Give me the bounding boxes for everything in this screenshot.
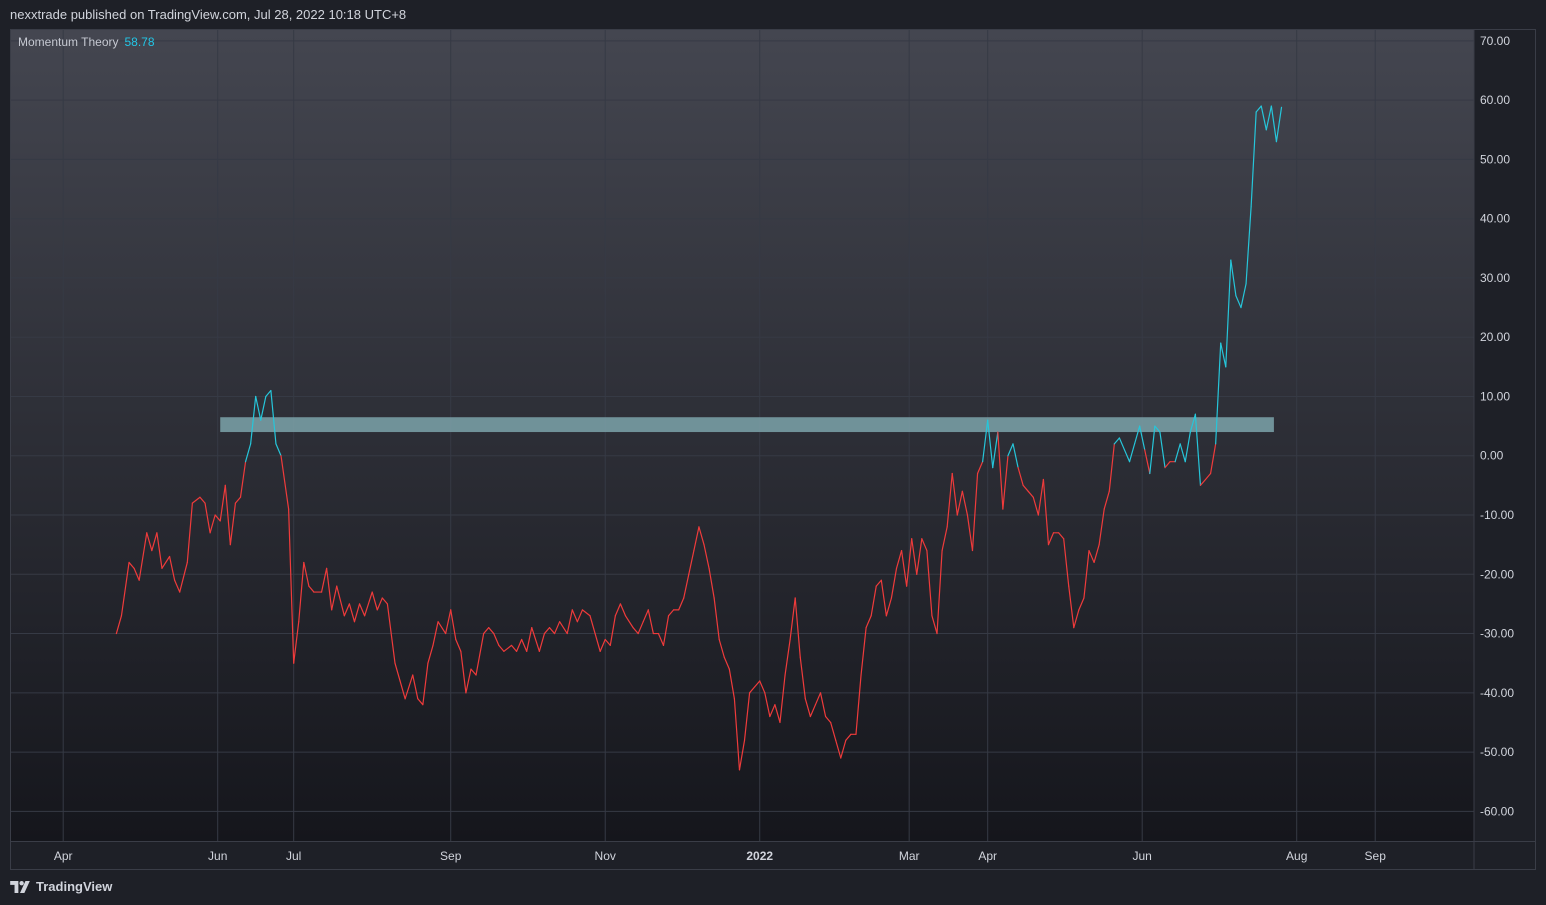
resistance-band: [220, 417, 1274, 433]
y-tick-label: 0.00: [1480, 449, 1504, 463]
y-tick-label: -60.00: [1480, 804, 1514, 818]
x-tick-label: Apr: [978, 849, 997, 863]
chart-frame[interactable]: 70.00 60.00 50.00 40.00 30.00 20.00 10.00 0.00 -…: [10, 29, 1536, 870]
x-tick-label: Jun: [208, 849, 227, 863]
y-tick-label: 10.00: [1480, 389, 1510, 403]
momentum-chart[interactable]: 70.00 60.00 50.00 40.00 30.00 20.00 10.00 0.00 -…: [10, 29, 1536, 870]
y-tick-label: 50.00: [1480, 152, 1510, 166]
indicator-value: 58.78: [124, 35, 155, 49]
indicator-legend[interactable]: Momentum Theory 58.78: [18, 35, 155, 49]
y-tick-label: -10.00: [1480, 508, 1514, 522]
x-tick-label: Apr: [54, 849, 73, 863]
footer-brand-label: TradingView: [36, 879, 113, 894]
x-tick-label: Mar: [899, 849, 920, 863]
x-tick-label: Sep: [440, 849, 462, 863]
y-tick-label: -50.00: [1480, 745, 1514, 759]
y-tick-label: 60.00: [1480, 93, 1510, 107]
time-axis-background: [10, 841, 1474, 870]
x-tick-label: Jul: [286, 849, 301, 863]
y-tick-label: 30.00: [1480, 271, 1510, 285]
y-tick-label: -20.00: [1480, 567, 1514, 581]
x-tick-label: Aug: [1286, 849, 1307, 863]
x-tick-label: Sep: [1365, 849, 1387, 863]
y-tick-label: 70.00: [1480, 34, 1510, 48]
x-tick-label: 2022: [746, 849, 773, 863]
y-tick-label: 20.00: [1480, 330, 1510, 344]
resistance-band-layer: [220, 417, 1274, 433]
y-tick-label: -30.00: [1480, 627, 1514, 641]
footer-brand[interactable]: TradingView: [10, 879, 112, 894]
y-tick-label: -40.00: [1480, 686, 1514, 700]
y-tick-label: 40.00: [1480, 212, 1510, 226]
publish-info: nexxtrade published on TradingView.com, …: [10, 7, 407, 22]
x-tick-label: Jun: [1133, 849, 1152, 863]
x-tick-label: Nov: [595, 849, 616, 863]
indicator-name: Momentum Theory: [18, 35, 119, 49]
tradingview-logo-icon: [10, 880, 30, 893]
